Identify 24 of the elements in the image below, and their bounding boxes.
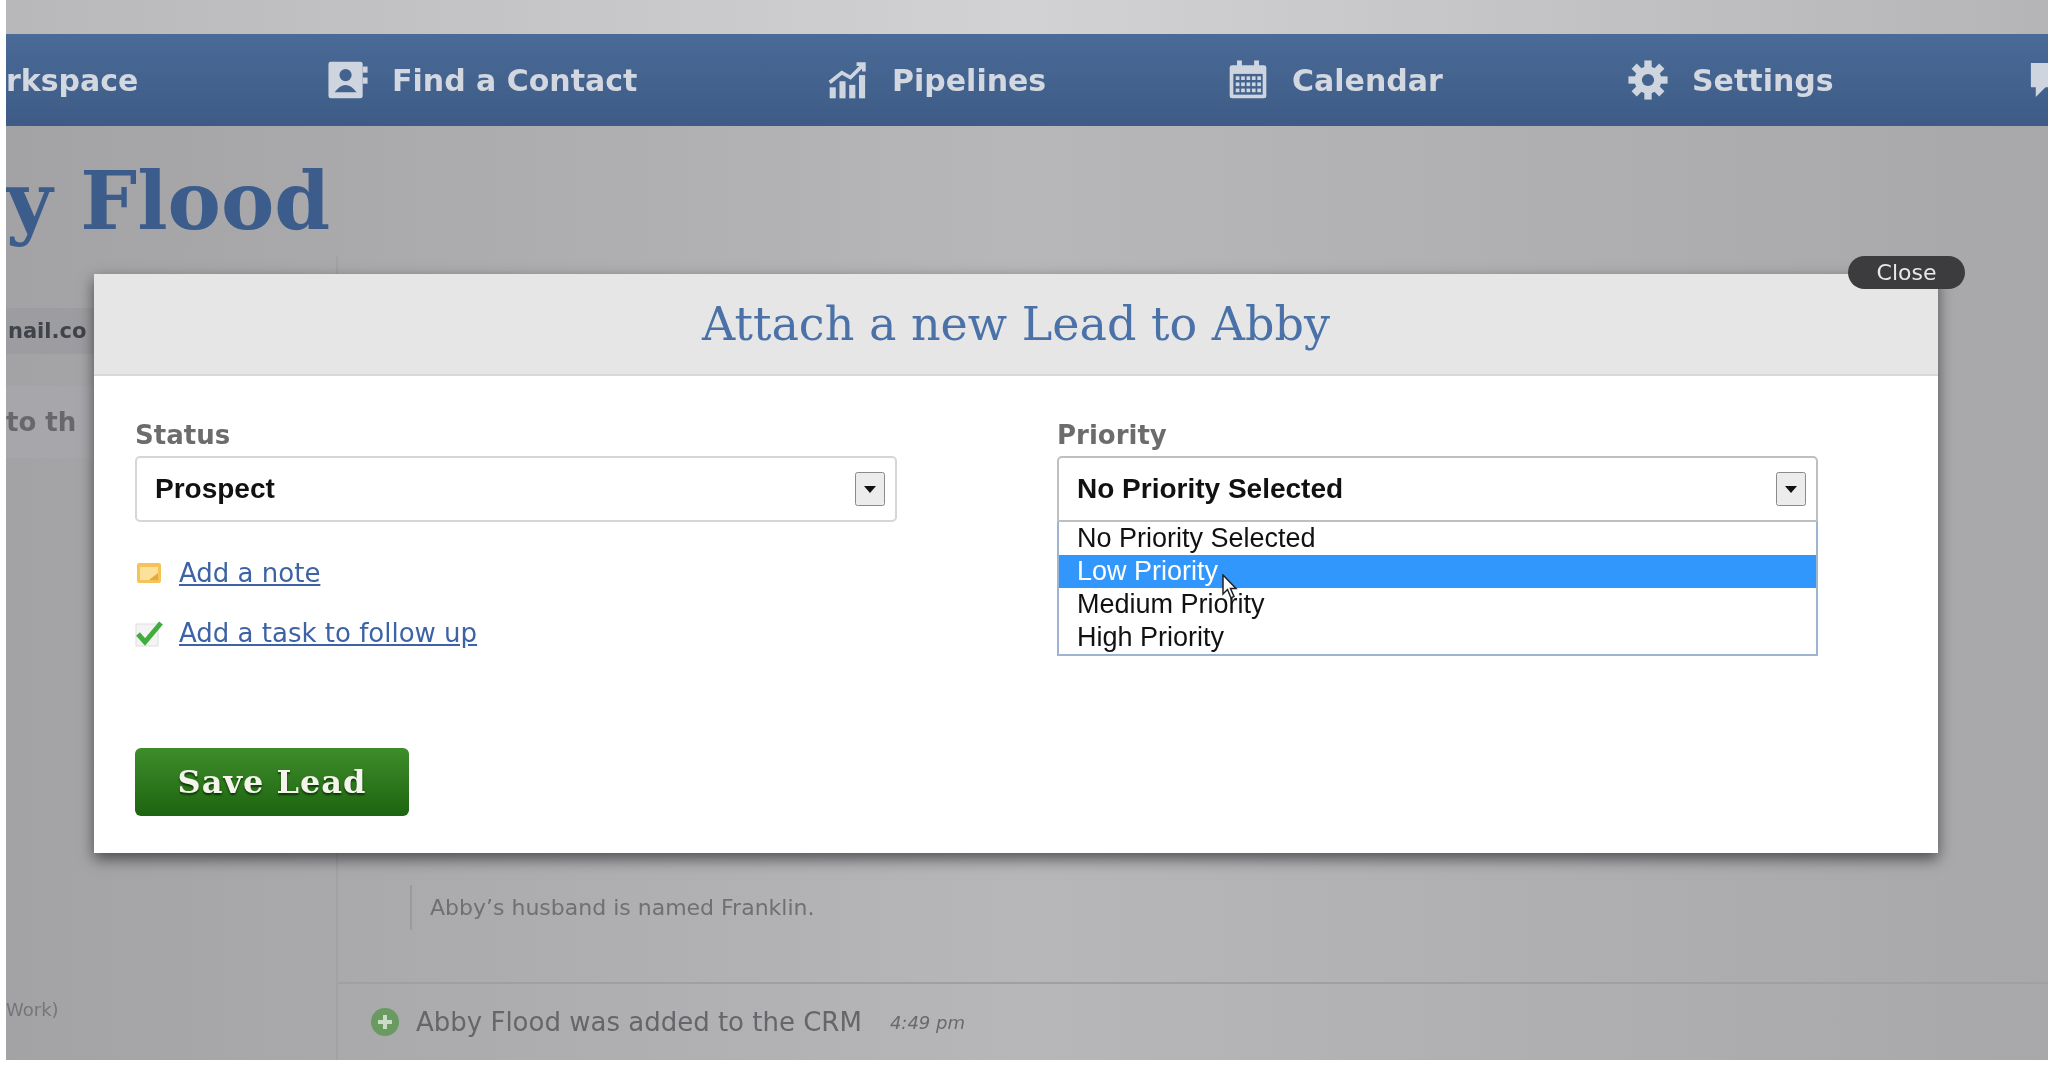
field-label: Status — [135, 420, 232, 450]
priority-dropdown[interactable]: No Priority Selected — [1057, 456, 1818, 522]
dialog-title: Attach a new Lead to Abby — [702, 297, 1330, 351]
nav-item[interactable]: Settings — [1626, 58, 1834, 102]
plus-icon — [370, 1007, 400, 1037]
dropdown-option[interactable]: No Priority Selected — [1059, 522, 1816, 555]
nav-item[interactable]: Calendar — [1226, 58, 1443, 102]
dropdown-option[interactable]: Low Priority — [1059, 555, 1816, 588]
dropdown-option[interactable]: Medium Priority — [1059, 588, 1816, 621]
nav-item[interactable]: Pipelines — [826, 58, 1047, 102]
checkmark-icon — [135, 619, 163, 647]
nav-item[interactable]: rkspace — [6, 62, 139, 98]
link[interactable]: Add a task to follow up — [135, 618, 897, 648]
status-dropdown[interactable]: Prospect — [135, 456, 897, 522]
gear-icon — [1626, 58, 1670, 102]
nav-item[interactable]: Find a Contact — [326, 58, 638, 102]
activity-time: 4:49 pm — [889, 1011, 965, 1033]
activity-text: Abby Flood was added to the CRM — [416, 1007, 862, 1037]
note-text: Abby’s husband is named Franklin. — [410, 885, 2048, 930]
link[interactable]: Add a note — [135, 558, 897, 588]
dropdown-option[interactable]: High Priority — [1059, 621, 1816, 654]
close-button[interactable]: Close — [1848, 256, 1965, 289]
field-label: Priority — [1057, 420, 1168, 450]
save-lead-button[interactable]: Save Lead — [135, 748, 409, 816]
